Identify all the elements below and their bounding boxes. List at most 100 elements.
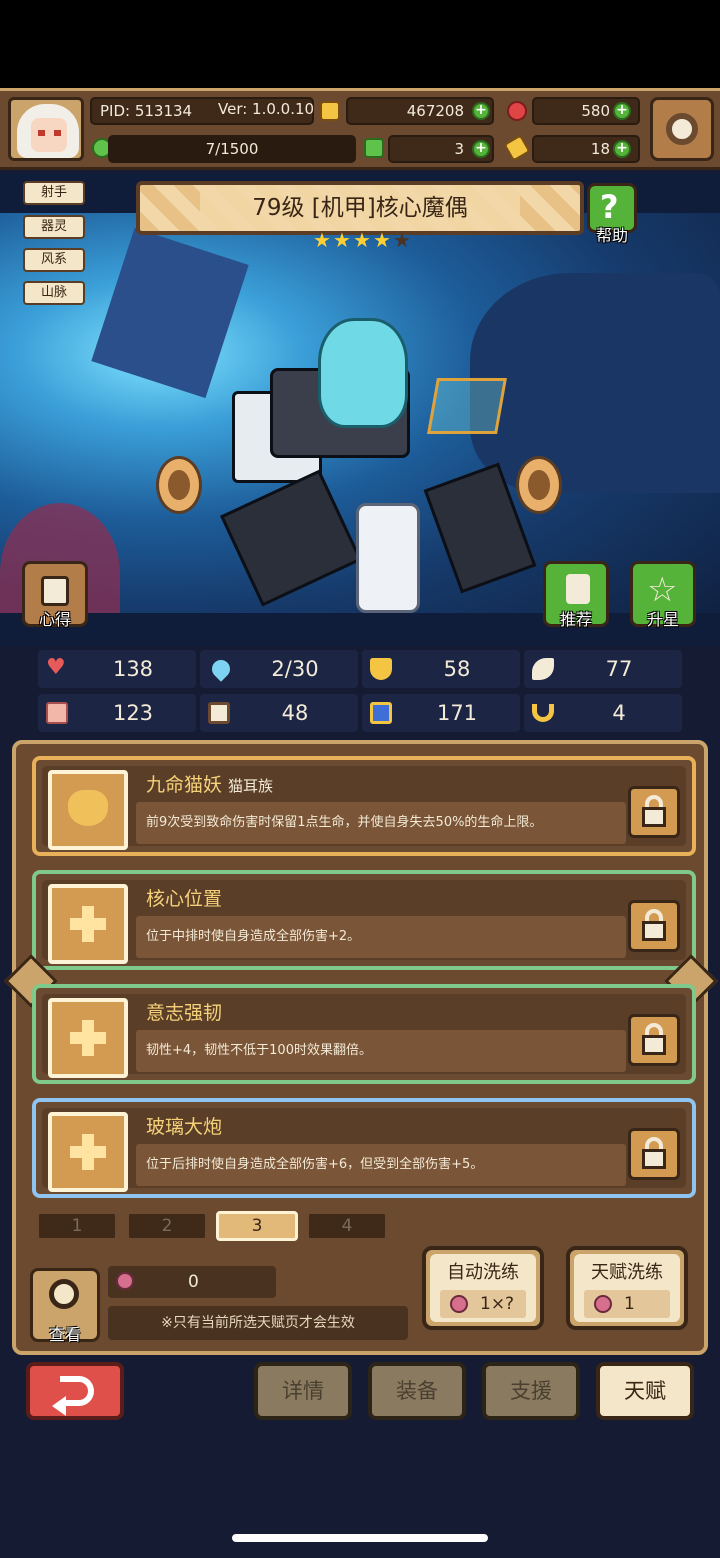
magnifier-icon — [49, 1279, 79, 1309]
gold-coin-icon — [320, 101, 340, 121]
view-label: 查看 — [48, 1325, 81, 1344]
cross-icon — [70, 1134, 106, 1170]
add-gold-button[interactable]: + — [472, 102, 490, 120]
water-drop-icon — [208, 656, 234, 682]
exp-value: 7/1500 — [205, 140, 259, 158]
stat-value: 77 — [605, 657, 633, 681]
add-gem-button[interactable]: + — [613, 102, 631, 120]
star-up-icon: ☆ — [647, 570, 678, 610]
unlock-button[interactable] — [628, 1128, 680, 1180]
talent-slot-3[interactable]: 意志强韧 韧性+4，韧性不低于100时效果翻倍。 — [32, 984, 696, 1084]
player-avatar[interactable] — [8, 97, 84, 161]
stat-mana: 2/30 — [200, 650, 358, 688]
add-clover-button[interactable]: + — [472, 140, 490, 158]
stats-grid: ♥ 138 2/30 58 77 123 48 171 4 — [38, 650, 684, 738]
talent-desc: 前9次受到致命伤害时保留1点生命，并使自身失去50%的生命上限。 — [136, 802, 626, 844]
stat-magic: 48 — [200, 694, 358, 732]
heart-icon: ♥ — [46, 655, 66, 680]
home-indicator[interactable] — [232, 1534, 488, 1542]
page-note: ※只有当前所选天赋页才会生效 — [108, 1306, 408, 1340]
stat-resist: 171 — [362, 694, 520, 732]
talent-subtitle: 猫耳族 — [228, 777, 274, 795]
equipment-button[interactable]: 装备 — [368, 1362, 466, 1420]
talent-icon — [48, 1112, 128, 1192]
cross-icon — [70, 906, 106, 942]
talent-button[interactable]: 天赋 — [596, 1362, 694, 1420]
next-character-button[interactable] — [516, 456, 562, 514]
berry-icon — [450, 1295, 468, 1313]
key-value: 18 — [590, 140, 610, 158]
talent-reroll-button[interactable]: 天赋洗练 1 — [566, 1246, 688, 1330]
tag-archer[interactable]: 射手 — [23, 181, 85, 205]
book-icon — [208, 702, 230, 724]
back-button[interactable] — [26, 1362, 124, 1420]
exp-bar: 7/1500 — [108, 135, 356, 163]
star-icon: ★ — [333, 228, 351, 252]
gold-value: 467208 — [406, 102, 464, 120]
shield-icon — [370, 658, 392, 680]
page-tab-4[interactable]: 4 — [306, 1211, 388, 1241]
star-icon: ★ — [373, 228, 391, 252]
auto-reroll-button[interactable]: 自动洗练 1×? — [422, 1246, 544, 1330]
add-key-button[interactable]: + — [613, 140, 631, 158]
stat-speed: 77 — [524, 650, 682, 688]
star-icon: ★ — [353, 228, 371, 252]
key-icon — [503, 134, 531, 162]
stat-value: 4 — [612, 701, 626, 725]
recommend-button[interactable]: 推荐 — [543, 561, 609, 629]
talent-panel: 九命猫妖 猫耳族 前9次受到致命伤害时保留1点生命，并使自身失去50%的生命上限。… — [4, 740, 718, 1355]
talent-name: 意志强韧 — [146, 1002, 223, 1024]
settings-button[interactable] — [650, 97, 714, 161]
auto-reroll-cost: 1×? — [440, 1290, 526, 1318]
talent-desc: 位于后排时使自身造成全部伤害+6，但受到全部伤害+5。 — [136, 1144, 626, 1186]
fist-icon — [46, 702, 68, 724]
berry-icon — [594, 1295, 612, 1313]
page-tab-3[interactable]: 3 — [216, 1211, 298, 1241]
stat-value: 123 — [112, 701, 154, 725]
unlock-button[interactable] — [628, 900, 680, 952]
character-title-banner: 79级 [机甲]核心魔偶 — [136, 181, 584, 235]
star-up-button[interactable]: ☆ 升星 — [630, 561, 696, 629]
berry-counter: 0 — [108, 1266, 276, 1298]
gear-icon — [666, 113, 698, 145]
talent-slot-4[interactable]: 玻璃大炮 位于后排时使自身造成全部伤害+6，但受到全部伤害+5。 — [32, 1098, 696, 1198]
stat-luck: 4 — [524, 694, 682, 732]
tag-mountain[interactable]: 山脉 — [23, 281, 85, 305]
support-button[interactable]: 支援 — [482, 1362, 580, 1420]
help-button[interactable]: ? 帮助 — [587, 183, 637, 245]
talent-icon — [48, 884, 128, 964]
notes-button[interactable]: 心得 — [22, 561, 88, 629]
talent-desc: 位于中排时使自身造成全部伤害+2。 — [136, 916, 626, 958]
unlock-button[interactable] — [628, 1014, 680, 1066]
horseshoe-icon — [532, 704, 554, 722]
star-icon: ★ — [313, 228, 331, 252]
stat-value: 58 — [443, 657, 471, 681]
question-icon: ? — [600, 188, 619, 226]
wing-icon — [532, 658, 554, 680]
unlock-button[interactable] — [628, 786, 680, 838]
stat-value: 138 — [112, 657, 154, 681]
stat-attack: 123 — [38, 694, 196, 732]
tag-spirit[interactable]: 器灵 — [23, 215, 85, 239]
berry-icon — [116, 1272, 134, 1290]
tag-wind[interactable]: 风系 — [23, 248, 85, 272]
recommend-label: 推荐 — [559, 610, 592, 629]
talent-reroll-cost: 1 — [584, 1290, 670, 1318]
pid-text: PID: 513134 — [100, 102, 193, 120]
page-tab-2[interactable]: 2 — [126, 1211, 208, 1241]
details-button[interactable]: 详情 — [254, 1362, 352, 1420]
prev-character-button[interactable] — [156, 456, 202, 514]
talent-reroll-label: 天赋洗练 — [591, 1262, 663, 1283]
character-scene: 射手 器灵 风系 山脉 79级 [机甲]核心魔偶 ★ ★ ★ ★ ★ ? 帮助 … — [0, 173, 720, 646]
talent-slot-1[interactable]: 九命猫妖 猫耳族 前9次受到致命伤害时保留1点生命，并使自身失去50%的生命上限。 — [32, 756, 696, 856]
page-tab-1[interactable]: 1 — [36, 1211, 118, 1241]
view-button[interactable]: 查看 — [30, 1268, 100, 1344]
stat-value: 171 — [436, 701, 478, 725]
clover-value: 3 — [454, 140, 464, 158]
notes-icon — [41, 576, 69, 606]
talent-icon — [48, 770, 128, 850]
star-rating: ★ ★ ★ ★ ★ — [313, 228, 411, 252]
stat-value: 48 — [281, 701, 309, 725]
talent-desc: 韧性+4，韧性不低于100时效果翻倍。 — [136, 1030, 626, 1072]
talent-slot-2[interactable]: 核心位置 位于中排时使自身造成全部伤害+2。 — [32, 870, 696, 970]
